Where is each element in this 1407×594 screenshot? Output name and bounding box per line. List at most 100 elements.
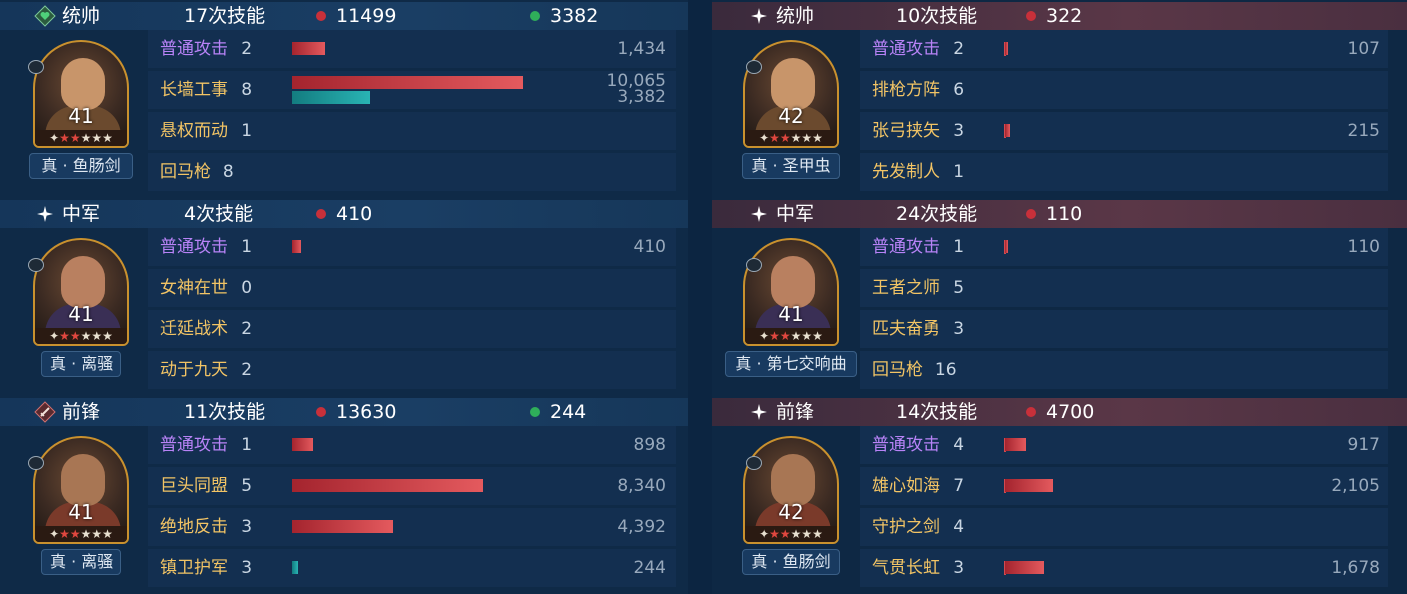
role-label: 前锋 xyxy=(776,401,815,423)
skill-value: 107 xyxy=(1347,39,1380,59)
skill-count: 5 xyxy=(241,476,253,496)
skill-row: 长墙工事 8 10,065 3,382 xyxy=(148,71,676,109)
star-icon: ★★ xyxy=(59,527,81,541)
skill-row: 女神在世 0 xyxy=(148,269,676,307)
skill-name: 长墙工事 xyxy=(160,80,228,100)
bar-origin-line xyxy=(1004,520,1006,534)
skill-name: 普通攻击 xyxy=(160,435,228,455)
skill-count: 5 xyxy=(953,278,965,298)
skill-value: 898 xyxy=(633,435,666,455)
timer-icon xyxy=(746,60,762,74)
skill-name: 普通攻击 xyxy=(872,237,940,257)
hero-portrait[interactable]: 41 ✦★★★★★ xyxy=(33,40,129,148)
skill-cast-count: 10次技能 xyxy=(896,5,978,27)
skill-count: 2 xyxy=(241,39,253,59)
skill-value: 4,392 xyxy=(617,517,666,537)
star-icon: ★★ xyxy=(769,527,791,541)
damage-total-value: 13630 xyxy=(336,401,397,423)
hero-portrait[interactable]: 42 ✦★★★★★ xyxy=(743,436,839,544)
skill-row: 气贯长虹 3 1,678 xyxy=(860,549,1388,587)
skill-row: 巨头同盟 5 8,340 xyxy=(148,467,676,505)
skill-count: 8 xyxy=(222,162,234,182)
hero-level: 41 xyxy=(68,104,94,128)
equipment-tag[interactable]: 真 · 离骚 xyxy=(41,549,121,575)
hero-face xyxy=(771,454,815,506)
skill-name: 巨头同盟 xyxy=(160,476,228,496)
skill-cast-count: 11次技能 xyxy=(184,401,266,423)
timer-icon xyxy=(28,60,44,74)
skill-row: 普通攻击 1 110 xyxy=(860,228,1388,266)
skill-value: 2,105 xyxy=(1331,476,1380,496)
equipment-tag[interactable]: 真 · 离骚 xyxy=(41,351,121,377)
skill-count: 4 xyxy=(953,517,965,537)
star-icon: ★★★ xyxy=(790,527,823,541)
skill-value: 110 xyxy=(1347,237,1380,257)
hero-face xyxy=(771,58,815,110)
hero-level: 41 xyxy=(68,500,94,524)
skill-name: 普通攻击 xyxy=(160,39,228,59)
star-icon: ★★★ xyxy=(80,131,113,145)
damage-dot-icon xyxy=(1026,407,1036,417)
hero-block: 前锋 14次技能 4700 42 ✦★★★★★ 真 · 鱼肠剑 普通攻击 4 917 雄心如海 7 2… xyxy=(712,396,1407,594)
damage-total-value: 322 xyxy=(1046,5,1083,27)
star-icon: ★★★ xyxy=(80,329,113,343)
sparkle-icon xyxy=(34,203,56,225)
hero-block: 统帅 10次技能 322 42 ✦★★★★★ 真 · 圣甲虫 普通攻击 2 107 排枪方阵 6 张弓… xyxy=(712,0,1407,198)
damage-bar xyxy=(292,479,484,492)
skill-name: 先发制人 xyxy=(872,162,940,182)
skill-count: 0 xyxy=(241,278,253,298)
damage-total: 11499 xyxy=(316,2,396,30)
skill-count: 4 xyxy=(953,435,965,455)
hero-face xyxy=(771,256,815,308)
hero-face xyxy=(61,256,105,308)
hero-face xyxy=(61,58,105,110)
damage-bar xyxy=(1005,479,1054,492)
damage-bar xyxy=(1005,124,1010,137)
skill-count: 7 xyxy=(953,476,965,496)
skill-name: 排枪方阵 xyxy=(872,80,940,100)
skill-name: 镇卫护军 xyxy=(160,558,228,578)
skill-count: 1 xyxy=(241,435,253,455)
heal-dot-icon xyxy=(530,407,540,417)
hero-portrait[interactable]: 41 ✦★★★★★ xyxy=(33,238,129,346)
role-label: 中军 xyxy=(62,203,101,225)
damage-bar xyxy=(292,240,302,253)
skill-value: 215 xyxy=(1347,121,1380,141)
equipment-tag[interactable]: 真 · 鱼肠剑 xyxy=(742,549,840,575)
hero-header: 中军 4次技能 410 xyxy=(0,200,688,228)
skill-cast-count: 24次技能 xyxy=(896,203,978,225)
damage-dot-icon xyxy=(316,407,326,417)
skill-count: 3 xyxy=(953,319,965,339)
sparkle-icon xyxy=(748,203,770,225)
skill-name: 普通攻击 xyxy=(872,39,940,59)
equipment-tag[interactable]: 真 · 鱼肠剑 xyxy=(29,153,133,179)
skill-count: 16 xyxy=(934,360,957,380)
skill-count: 3 xyxy=(953,558,965,578)
damage-bar xyxy=(1005,438,1027,451)
skill-count: 1 xyxy=(953,237,965,257)
equipment-tag[interactable]: 真 · 第七交响曲 xyxy=(725,351,857,377)
star-icon: ✦ xyxy=(759,527,770,541)
skill-row: 悬权而动 1 xyxy=(148,112,676,150)
team-right-panel: 统帅 10次技能 322 42 ✦★★★★★ 真 · 圣甲虫 普通攻击 2 107 排枪方阵 6 张弓… xyxy=(712,0,1407,594)
skill-value: 8,340 xyxy=(617,476,666,496)
timer-icon xyxy=(28,456,44,470)
bar-origin-line xyxy=(1004,83,1006,97)
equipment-tag[interactable]: 真 · 圣甲虫 xyxy=(742,153,840,179)
timer-icon xyxy=(28,258,44,272)
skill-name: 普通攻击 xyxy=(160,237,228,257)
hero-portrait[interactable]: 41 ✦★★★★★ xyxy=(33,436,129,544)
hero-face xyxy=(61,454,105,506)
hero-header: 中军 24次技能 110 xyxy=(712,200,1407,228)
skill-name: 绝地反击 xyxy=(160,517,228,537)
sparkle-icon xyxy=(748,401,770,423)
skill-name: 守护之剑 xyxy=(872,517,940,537)
skill-name: 悬权而动 xyxy=(160,121,228,141)
damage-total: 110 xyxy=(1026,200,1082,228)
hero-portrait[interactable]: 41 ✦★★★★★ xyxy=(743,238,839,346)
skill-value: 1,434 xyxy=(617,39,666,59)
damage-bar xyxy=(292,438,313,451)
hero-portrait[interactable]: 42 ✦★★★★★ xyxy=(743,40,839,148)
skill-row: 王者之师 5 xyxy=(860,269,1388,307)
heal-total: 3382 xyxy=(530,2,598,30)
